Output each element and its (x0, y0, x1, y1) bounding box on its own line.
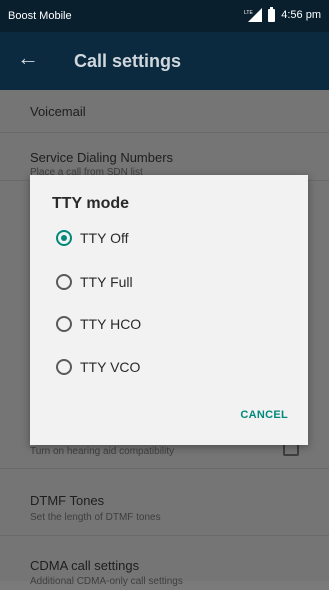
option-label: TTY HCO (80, 316, 142, 332)
battery-icon (268, 6, 276, 22)
settings-item-title: CDMA call settings (30, 558, 140, 573)
app-bar: ← Call settings (0, 32, 329, 90)
settings-item-voicemail[interactable]: Voicemail (0, 90, 329, 133)
status-bar: Boost Mobile LTE 4:56 pm (0, 0, 329, 32)
settings-item-title: DTMF Tones (30, 493, 105, 508)
cancel-button[interactable]: CANCEL (240, 409, 288, 421)
settings-item-subtitle: Additional CDMA-only call settings (30, 576, 183, 587)
option-label: TTY Off (80, 230, 129, 246)
carrier-name: Boost Mobile (8, 10, 72, 22)
settings-item-dtmf-tones[interactable]: DTMF Tones Set the length of DTMF tones (0, 485, 329, 536)
signal-icon: LTE (244, 8, 263, 22)
svg-text:LTE: LTE (244, 10, 253, 16)
settings-item-title: Service Dialing Numbers (30, 150, 174, 165)
page-title: Call settings (74, 51, 182, 71)
settings-item-title: Voicemail (30, 104, 86, 119)
settings-item-subtitle: Set the length of DTMF tones (30, 512, 161, 523)
settings-item-cdma-call-settings[interactable]: CDMA call settings Additional CDMA-only … (0, 550, 329, 590)
option-label: TTY VCO (80, 359, 141, 375)
radio-unselected-icon[interactable] (56, 274, 72, 290)
back-arrow-icon[interactable]: ← (16, 46, 40, 70)
tty-off-option[interactable]: TTY Off (56, 226, 276, 250)
clock: 4:56 pm (281, 9, 321, 21)
dialog-title: TTY mode (52, 195, 130, 212)
radio-unselected-icon[interactable] (56, 316, 72, 332)
status-icons: LTE 4:56 pm (244, 6, 321, 22)
radio-selected-icon[interactable] (56, 230, 72, 246)
settings-item-subtitle: Turn on hearing aid compatibility (30, 446, 175, 457)
tty-hco-option[interactable]: TTY HCO (56, 312, 276, 336)
tty-vco-option[interactable]: TTY VCO (56, 355, 276, 379)
radio-unselected-icon[interactable] (56, 359, 72, 375)
option-label: TTY Full (80, 274, 133, 290)
tty-mode-dialog: TTY mode TTY Off TTY Full TTY HCO TTY VC… (30, 175, 308, 445)
tty-full-option[interactable]: TTY Full (56, 270, 276, 294)
settings-item-service-dialing-numbers[interactable]: Service Dialing Numbers Place a call fro… (0, 132, 329, 181)
